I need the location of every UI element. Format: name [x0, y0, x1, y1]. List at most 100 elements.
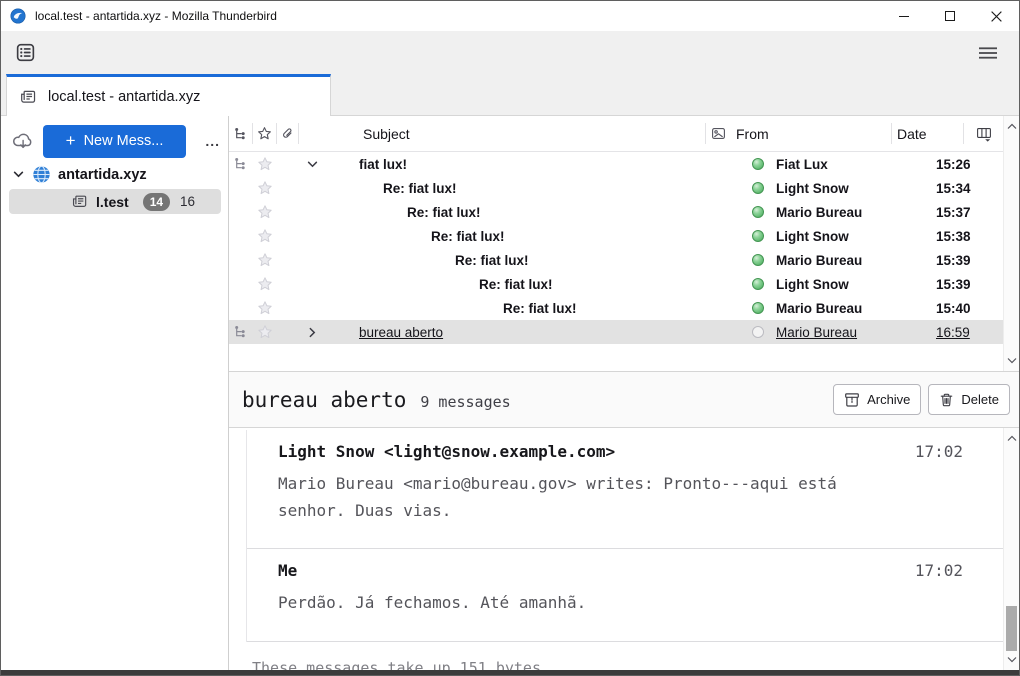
close-icon: [990, 10, 1003, 23]
maximize-icon: [944, 10, 956, 22]
star-icon[interactable]: [253, 324, 277, 340]
scrollbar-thumb[interactable]: [1006, 606, 1017, 651]
thread-row[interactable]: Re: fiat lux! Light Snow 15:38: [229, 224, 1019, 248]
star-column-header[interactable]: [253, 123, 277, 144]
thread-row[interactable]: Re: fiat lux!Mario Bureau15:40: [229, 296, 1019, 320]
from-cell: Mario Bureau: [771, 325, 931, 340]
star-icon[interactable]: [253, 204, 277, 220]
window-title: local.test - antartida.xyz - Mozilla Thu…: [35, 9, 277, 23]
message-body: Perdão. Já fechamos. Até amanhã.: [278, 589, 963, 616]
subject-cell: fiat lux!: [325, 157, 745, 172]
maximize-button[interactable]: [927, 1, 973, 31]
scroll-up-arrow[interactable]: [1004, 431, 1019, 446]
archive-button[interactable]: Archive: [833, 384, 921, 415]
content-column: Subject From Date fiat lux!Fiat Lux15:26…: [229, 116, 1019, 670]
message-status-dot: [752, 206, 764, 218]
thread-list-header: Subject From Date: [229, 116, 1019, 152]
paperclip-icon[interactable]: [277, 123, 299, 144]
star-icon[interactable]: [253, 228, 277, 244]
folder-name: l.test: [96, 194, 129, 210]
from-cell: Light Snow: [771, 229, 931, 244]
star-icon[interactable]: [253, 300, 277, 316]
cloud-download-icon: [11, 130, 35, 152]
star-icon[interactable]: [253, 276, 277, 292]
star-icon[interactable]: [253, 252, 277, 268]
tab-label: local.test - antartida.xyz: [48, 89, 200, 105]
thread-icon: [229, 325, 253, 339]
tab-local-test[interactable]: local.test - antartida.xyz: [6, 74, 331, 116]
unread-dot-icon: [745, 278, 771, 290]
twisty-collapsed-icon[interactable]: [299, 326, 325, 339]
from-column-header[interactable]: From: [731, 126, 891, 142]
message-status-dot: [752, 158, 764, 170]
subject-column-header[interactable]: Subject: [325, 126, 705, 142]
message-item[interactable]: Light Snow <light@snow.example.com>17:02…: [247, 430, 1003, 549]
archive-label: Archive: [867, 392, 910, 407]
date-cell: 15:39: [931, 277, 1003, 292]
from-cell: Mario Bureau: [771, 301, 931, 316]
message-sender: Light Snow <light@snow.example.com>: [278, 442, 615, 461]
newsgroup-icon: [71, 193, 88, 210]
plus-icon: +: [66, 132, 76, 149]
message-body: Mario Bureau <mario@bureau.gov> writes: …: [278, 470, 963, 524]
scroll-up-arrow[interactable]: [1004, 119, 1019, 134]
from-text: Mario Bureau: [776, 253, 862, 268]
thread-row[interactable]: fiat lux!Fiat Lux15:26: [229, 152, 1019, 176]
star-icon[interactable]: [253, 156, 277, 172]
main-area: + New Mess... ...: [1, 116, 1019, 670]
thread-column-header[interactable]: [229, 123, 253, 144]
thread-row[interactable]: Re: fiat lux!Light Snow15:39: [229, 272, 1019, 296]
new-message-button[interactable]: + New Mess...: [43, 125, 186, 158]
close-button[interactable]: [973, 1, 1019, 31]
minimize-button[interactable]: [881, 1, 927, 31]
folder-pane-options-button[interactable]: ...: [205, 133, 220, 149]
message-header: Me17:02: [278, 561, 963, 580]
scroll-down-arrow[interactable]: [1004, 353, 1019, 368]
subject-text: Re: fiat lux!: [431, 229, 505, 244]
account-row[interactable]: antartida.xyz: [1, 161, 228, 188]
message-status-dot: [752, 278, 764, 290]
correspondents-icon[interactable]: [705, 123, 731, 144]
app-toolbar: [1, 31, 1019, 74]
message-header: Light Snow <light@snow.example.com>17:02: [278, 442, 963, 461]
date-text: 15:37: [936, 205, 971, 220]
new-message-label: New Mess...: [84, 133, 164, 149]
date-column-header[interactable]: Date: [891, 123, 963, 144]
subject-text: Re: fiat lux!: [455, 253, 529, 268]
archive-icon: [844, 392, 860, 408]
scroll-down-arrow[interactable]: [1004, 652, 1019, 667]
thread-row[interactable]: Re: fiat lux! Mario Bureau 15:39: [229, 248, 1019, 272]
folder-row-ltest[interactable]: l.test 14 16: [9, 189, 221, 214]
thunderbird-window: local.test - antartida.xyz - Mozilla Thu…: [0, 0, 1020, 676]
thread-row[interactable]: bureau abertoMario Bureau16:59: [229, 320, 1019, 344]
date-text: 15:38: [936, 229, 971, 244]
message-item[interactable]: Me17:02 Perdão. Já fechamos. Até amanhã.: [247, 549, 1003, 641]
twisty-expanded-icon[interactable]: [299, 158, 325, 171]
date-cell: 15:39: [931, 253, 1003, 268]
unread-dot-icon: [745, 158, 771, 170]
app-menu-button[interactable]: [973, 38, 1003, 68]
from-text: Mario Bureau: [776, 205, 862, 220]
message-status-dot: [752, 254, 764, 266]
thread-scrollbar[interactable]: [1003, 116, 1019, 371]
thread-row[interactable]: Re: fiat lux!Light Snow15:34: [229, 176, 1019, 200]
from-text: Fiat Lux: [776, 157, 828, 172]
delete-label: Delete: [961, 392, 999, 407]
conversation-title: bureau aberto: [242, 388, 406, 412]
thread-row[interactable]: Re: fiat lux!Mario Bureau15:37: [229, 200, 1019, 224]
star-icon[interactable]: [253, 180, 277, 196]
chevron-down-icon[interactable]: [12, 168, 25, 181]
date-cell: 15:37: [931, 205, 1003, 220]
delete-button[interactable]: Delete: [928, 384, 1010, 415]
column-picker-button[interactable]: [963, 123, 1003, 144]
message-scrollbar[interactable]: [1003, 428, 1019, 670]
unread-dot-icon: [745, 302, 771, 314]
subject-cell: Re: fiat lux!: [325, 229, 745, 244]
thread-list-rows: fiat lux!Fiat Lux15:26Re: fiat lux!Light…: [229, 152, 1019, 344]
account-name: antartida.xyz: [58, 167, 147, 183]
get-messages-button[interactable]: [10, 128, 36, 154]
hamburger-icon: [978, 45, 998, 61]
window-controls: [881, 1, 1019, 31]
spaces-toggle-button[interactable]: [10, 38, 40, 68]
message-status-dot: [752, 326, 764, 338]
